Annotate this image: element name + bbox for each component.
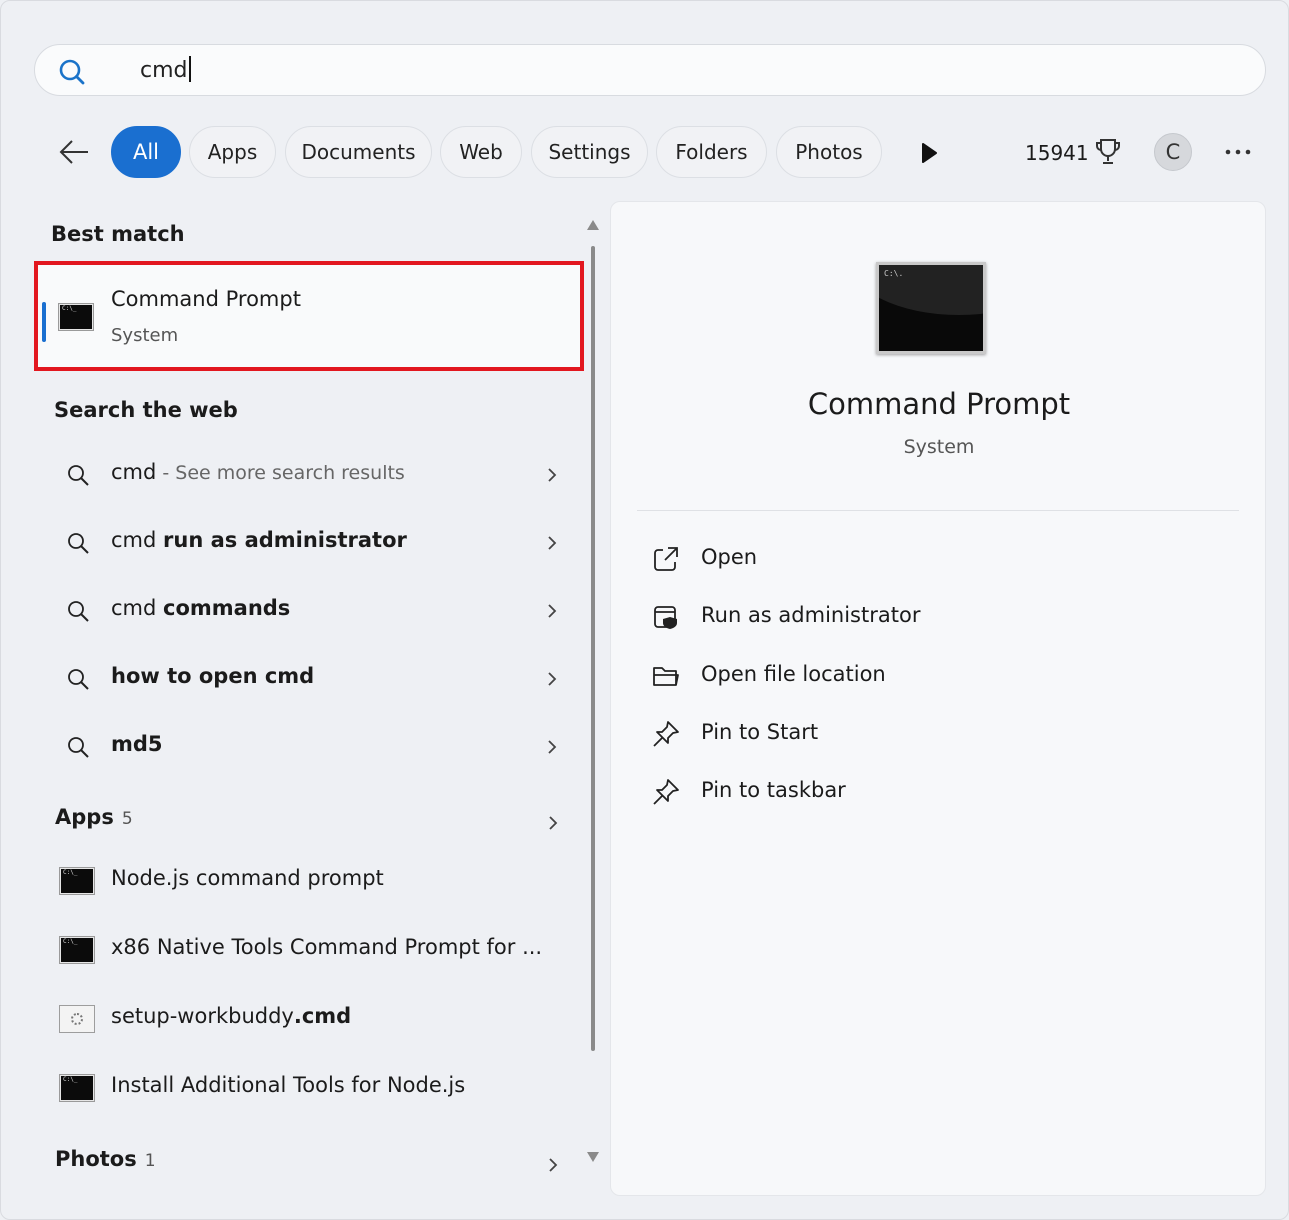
- best-match-item[interactable]: C:\_ Command Prompt System: [34, 261, 584, 371]
- scrollbar-thumb[interactable]: [591, 246, 595, 1051]
- photos-count: 1: [144, 1151, 156, 1171]
- search-web-heading: Search the web: [54, 398, 238, 422]
- batch-file-icon: [59, 1005, 95, 1033]
- web-result-row[interactable]: cmd commands: [51, 583, 571, 639]
- app-result-text: Node.js command prompt: [111, 866, 384, 890]
- app-result-row[interactable]: C:\_ Install Additional Tools for Node.j…: [51, 1060, 571, 1116]
- more-filters-play-icon[interactable]: [919, 142, 939, 164]
- photos-heading[interactable]: Photos 1: [55, 1147, 156, 1171]
- cmd-icon: C:\_: [58, 303, 94, 331]
- best-match-heading: Best match: [51, 222, 185, 246]
- cmd-large-icon: C:\.: [876, 262, 986, 354]
- action-label: Open: [701, 545, 758, 569]
- web-result-row[interactable]: cmd - See more search results: [51, 447, 571, 503]
- app-result-row[interactable]: C:\_ Node.js command prompt: [51, 853, 571, 909]
- chevron-right-icon: [548, 536, 557, 550]
- web-result-bold-text: how to open cmd: [111, 664, 315, 688]
- cmd-icon: C:\_: [59, 1074, 95, 1102]
- tab-web[interactable]: Web: [440, 126, 522, 178]
- more-options-icon[interactable]: [1223, 140, 1253, 164]
- action-open-file-location[interactable]: Open file location: [651, 653, 1051, 699]
- search-window: cmd All Apps Documents Web Settings Fold…: [0, 0, 1289, 1220]
- filter-bar: All Apps Documents Web Settings Folders …: [1, 126, 1289, 180]
- details-subtitle: System: [903, 436, 975, 458]
- apps-heading[interactable]: Apps 5: [55, 805, 133, 829]
- search-icon: [68, 533, 89, 554]
- action-pin-to-start[interactable]: Pin to Start: [651, 711, 1051, 757]
- web-result-row[interactable]: md5: [51, 719, 571, 775]
- search-icon: [59, 59, 85, 85]
- folder-icon: [653, 667, 679, 686]
- search-icon: [68, 601, 89, 622]
- cmd-icon: C:\_: [59, 867, 95, 895]
- details-pane: C:\. Command Prompt System Open Run as a…: [610, 201, 1266, 1196]
- tab-all[interactable]: All: [111, 126, 181, 178]
- web-result-text: cmd: [111, 460, 157, 484]
- app-result-bold-text: .cmd: [293, 1004, 352, 1028]
- web-result-bold-text: commands: [163, 596, 291, 620]
- tab-documents[interactable]: Documents: [285, 126, 432, 178]
- tab-apps[interactable]: Apps: [189, 126, 276, 178]
- chevron-right-icon[interactable]: [546, 1155, 560, 1175]
- action-label: Pin to taskbar: [701, 778, 846, 802]
- shield-admin-icon: [654, 606, 677, 629]
- rewards-points[interactable]: 15941: [1025, 138, 1089, 168]
- search-icon: [68, 737, 89, 758]
- web-result-text: cmd: [111, 596, 164, 620]
- pin-icon: [653, 779, 679, 805]
- tab-folders[interactable]: Folders: [656, 126, 767, 178]
- chevron-right-icon: [548, 740, 557, 754]
- action-run-as-admin[interactable]: Run as administrator: [651, 594, 1051, 640]
- tab-photos[interactable]: Photos: [776, 126, 882, 178]
- avatar[interactable]: C: [1154, 133, 1192, 171]
- web-result-row[interactable]: cmd run as administrator: [51, 515, 571, 571]
- action-pin-to-taskbar[interactable]: Pin to taskbar: [651, 769, 1051, 815]
- chevron-right-icon: [548, 604, 557, 618]
- chevron-right-icon: [548, 672, 557, 686]
- app-result-text: x86 Native Tools Command Prompt for ...: [111, 935, 543, 959]
- search-input[interactable]: cmd: [140, 55, 191, 87]
- action-open[interactable]: Open: [651, 536, 1051, 582]
- app-result-row[interactable]: C:\_ x86 Native Tools Command Prompt for…: [51, 922, 571, 978]
- apps-count: 5: [121, 809, 133, 829]
- pin-icon: [653, 721, 679, 747]
- text-caret: [188, 56, 191, 82]
- scroll-up-arrow-icon[interactable]: [586, 219, 600, 231]
- details-title: Command Prompt: [807, 387, 1071, 421]
- results-list: Best match C:\_ Command Prompt System Se…: [1, 201, 611, 1201]
- web-result-hint: - See more search results: [156, 462, 405, 484]
- chevron-right-icon: [548, 468, 557, 482]
- search-box[interactable]: cmd: [34, 44, 1266, 96]
- search-icon: [68, 465, 89, 486]
- web-result-bold-text: run as administrator: [163, 528, 407, 552]
- web-result-row[interactable]: how to open cmd: [51, 651, 571, 707]
- best-match-title: Command Prompt: [111, 287, 301, 311]
- action-label: Open file location: [701, 662, 886, 686]
- app-result-text: Install Additional Tools for Node.js: [111, 1073, 466, 1097]
- back-arrow-icon[interactable]: [56, 136, 92, 168]
- tab-settings[interactable]: Settings: [531, 126, 648, 178]
- app-result-text: setup-workbuddy: [111, 1004, 294, 1028]
- action-label: Run as administrator: [701, 603, 921, 627]
- web-result-text: cmd: [111, 528, 164, 552]
- search-icon: [68, 669, 89, 690]
- app-result-row[interactable]: setup-workbuddy.cmd: [51, 991, 571, 1047]
- chevron-right-icon[interactable]: [546, 813, 560, 833]
- selection-indicator: [42, 302, 46, 342]
- trophy-icon[interactable]: [1094, 137, 1122, 167]
- cmd-icon: C:\_: [59, 936, 95, 964]
- web-result-bold-text: md5: [111, 732, 163, 756]
- scroll-down-arrow-icon[interactable]: [586, 1151, 600, 1163]
- best-match-subtitle: System: [111, 325, 179, 346]
- divider: [637, 510, 1239, 511]
- action-label: Pin to Start: [701, 720, 819, 744]
- open-external-icon: [654, 547, 678, 571]
